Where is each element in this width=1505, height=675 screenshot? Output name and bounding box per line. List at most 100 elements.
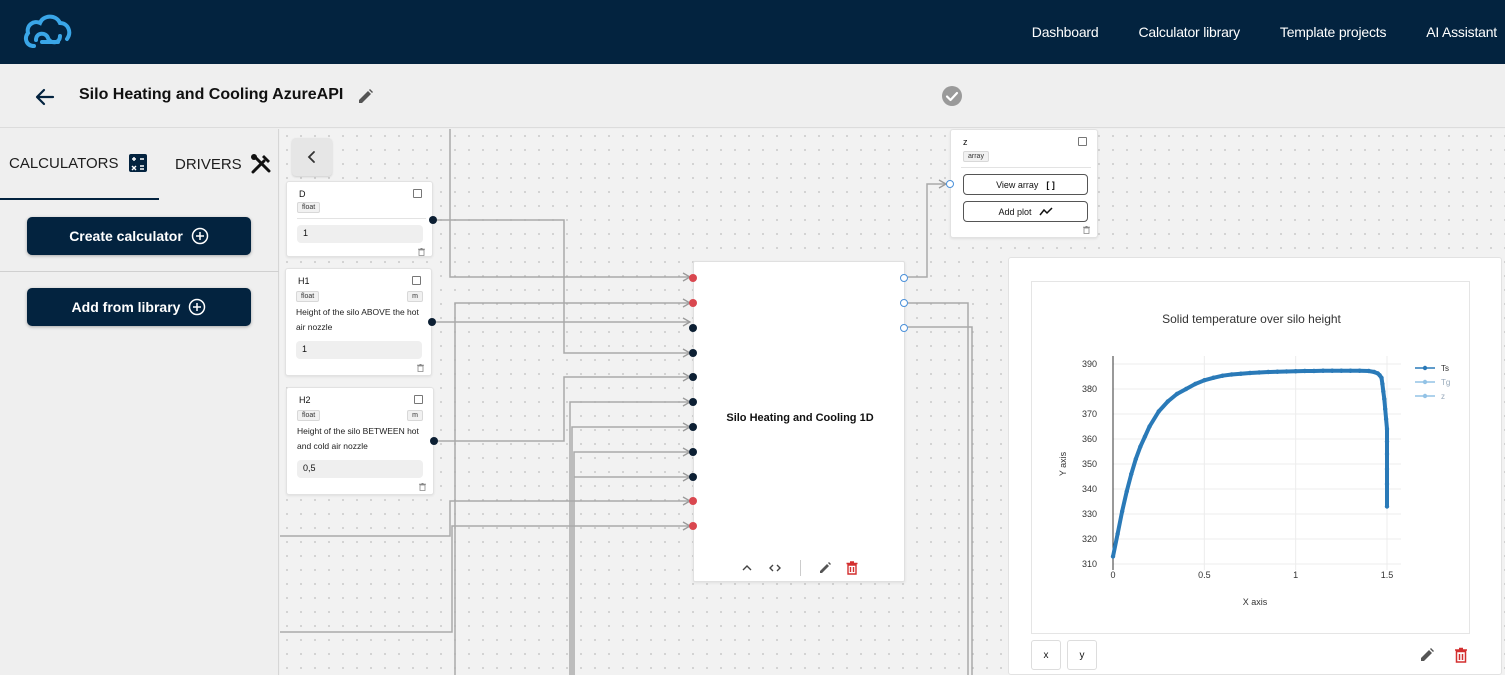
output-port[interactable] (428, 318, 436, 326)
output-node-z[interactable]: z array View array [ ] Add plot (950, 129, 1098, 238)
data-point-ts (1357, 368, 1362, 373)
calculator-input-port[interactable] (689, 349, 697, 357)
flow-canvas[interactable]: D float 1 H1 float m Height of the silo … (280, 129, 1505, 675)
add-from-library-label: Add from library (71, 299, 181, 315)
saved-status-check-icon (942, 86, 962, 106)
nav-calculator-library[interactable]: Calculator library (1138, 24, 1240, 40)
view-array-button[interactable]: View array [ ] (963, 174, 1088, 195)
data-point-ts (1142, 434, 1148, 439)
tools-icon (250, 154, 271, 174)
output-port[interactable] (430, 437, 438, 445)
delete-plot-icon[interactable] (1453, 647, 1469, 663)
add-plot-button[interactable]: Add plot (963, 201, 1088, 222)
x-axis-label: X axis (1243, 597, 1268, 607)
data-point-ts (1366, 368, 1371, 374)
y-tick-label: 380 (1082, 384, 1097, 394)
calculator-node[interactable]: Silo Heating and Cooling 1D (693, 261, 905, 582)
input-node-h2[interactable]: H2 float m Height of the silo BETWEEN ho… (286, 387, 434, 495)
value-field[interactable]: 0,5 (297, 460, 423, 478)
delete-node-icon[interactable] (418, 248, 425, 256)
chevron-up-icon[interactable] (740, 561, 754, 575)
legend-label: Ts (1441, 364, 1449, 373)
input-node-d[interactable]: D float 1 (286, 181, 433, 257)
edit-calculator-icon[interactable] (818, 561, 832, 575)
data-point-ts (1156, 409, 1161, 414)
calculator-input-port[interactable] (689, 398, 697, 406)
plot-area: Solid temperature over silo height 310 32… (1031, 281, 1470, 634)
data-point-ts (1247, 370, 1253, 376)
view-array-label: View array (996, 179, 1039, 190)
calculator-output-port[interactable] (900, 324, 908, 332)
data-point-ts (1124, 489, 1129, 494)
calculator-input-port[interactable] (689, 274, 697, 282)
legend-marker (1422, 365, 1428, 371)
plot-card[interactable]: Solid temperature over silo height 310 32… (1008, 257, 1502, 675)
code-icon[interactable] (768, 561, 782, 575)
input-port-icon[interactable] (414, 395, 423, 404)
line-chart[interactable]: 310 320 330 340 350 360 370 380 390 0 0.5 1 1.5 Y axi… (1032, 282, 1469, 633)
data-point-ts (1330, 368, 1335, 373)
data-point-ts (1311, 368, 1317, 374)
input-port-icon[interactable] (412, 276, 421, 285)
y-axis-button[interactable]: y (1067, 640, 1097, 670)
type-chip: float (296, 291, 320, 302)
input-port[interactable] (946, 180, 954, 188)
data-point-ts (1383, 416, 1389, 422)
delete-calculator-icon[interactable] (845, 561, 859, 575)
nav-dashboard[interactable]: Dashboard (1032, 24, 1099, 40)
tab-drivers-label: DRIVERS (175, 155, 242, 173)
add-plot-label: Add plot (998, 206, 1032, 217)
x-tick-label: 0 (1110, 570, 1115, 580)
calculator-input-port[interactable] (689, 299, 697, 307)
calculator-input-port[interactable] (689, 448, 697, 456)
input-port-icon[interactable] (413, 189, 422, 198)
calculator-title: Silo Heating and Cooling 1D (726, 412, 874, 424)
y-tick-label: 350 (1082, 459, 1097, 469)
tab-drivers[interactable]: DRIVERS (175, 153, 272, 175)
data-point-ts (1380, 381, 1385, 387)
delete-node-icon[interactable] (417, 364, 424, 372)
nav-template-projects[interactable]: Template projects (1280, 24, 1387, 40)
edit-plot-icon[interactable] (1419, 647, 1435, 663)
sidebar: CALCULATORS DRIVERS Create calculator Ad… (0, 129, 279, 675)
data-point-ts (1165, 399, 1170, 404)
data-point-ts (1384, 466, 1390, 472)
edit-title-icon[interactable] (357, 88, 374, 105)
data-point-ts (1382, 396, 1387, 402)
chevron-left-icon (307, 151, 315, 163)
calculator-output-port[interactable] (900, 274, 908, 282)
nav-ai-assistant[interactable]: AI Assistant (1426, 24, 1497, 40)
output-port[interactable] (429, 216, 437, 224)
calculator-input-port[interactable] (689, 473, 697, 481)
data-point-ts (1266, 369, 1271, 375)
value-field[interactable]: 1 (296, 341, 422, 359)
calculator-output-port[interactable] (900, 299, 908, 307)
calculator-input-port[interactable] (689, 324, 697, 332)
legend-label: z (1441, 392, 1445, 401)
plus-circle-icon (191, 227, 209, 245)
data-point-ts (1384, 451, 1390, 457)
x-axis-button[interactable]: x (1031, 640, 1061, 670)
line-chart-icon (1038, 206, 1053, 215)
delete-node-icon[interactable] (1083, 226, 1090, 234)
data-point-ts (1384, 481, 1390, 487)
value-field[interactable]: 1 (297, 225, 423, 243)
data-point-ts (1147, 424, 1152, 429)
calculator-input-port[interactable] (689, 423, 697, 431)
delete-node-icon[interactable] (419, 483, 426, 491)
data-point-ts (1174, 391, 1180, 397)
input-node-h1[interactable]: H1 float m Height of the silo ABOVE the … (285, 268, 432, 376)
tab-calculators[interactable]: CALCULATORS (9, 153, 148, 173)
node-divider (961, 167, 1091, 168)
calculator-input-port[interactable] (689, 373, 697, 381)
data-point-ts (1256, 370, 1262, 375)
data-point-ts (1384, 439, 1390, 444)
calculator-input-port[interactable] (689, 497, 697, 505)
export-icon[interactable] (1078, 137, 1087, 146)
back-arrow-icon[interactable] (34, 86, 56, 108)
collapse-sidebar-button[interactable] (292, 138, 332, 176)
add-from-library-button[interactable]: Add from library (27, 288, 251, 326)
cloud-logo-icon[interactable] (22, 12, 72, 52)
create-calculator-button[interactable]: Create calculator (27, 217, 251, 255)
calculator-input-port[interactable] (689, 522, 697, 530)
